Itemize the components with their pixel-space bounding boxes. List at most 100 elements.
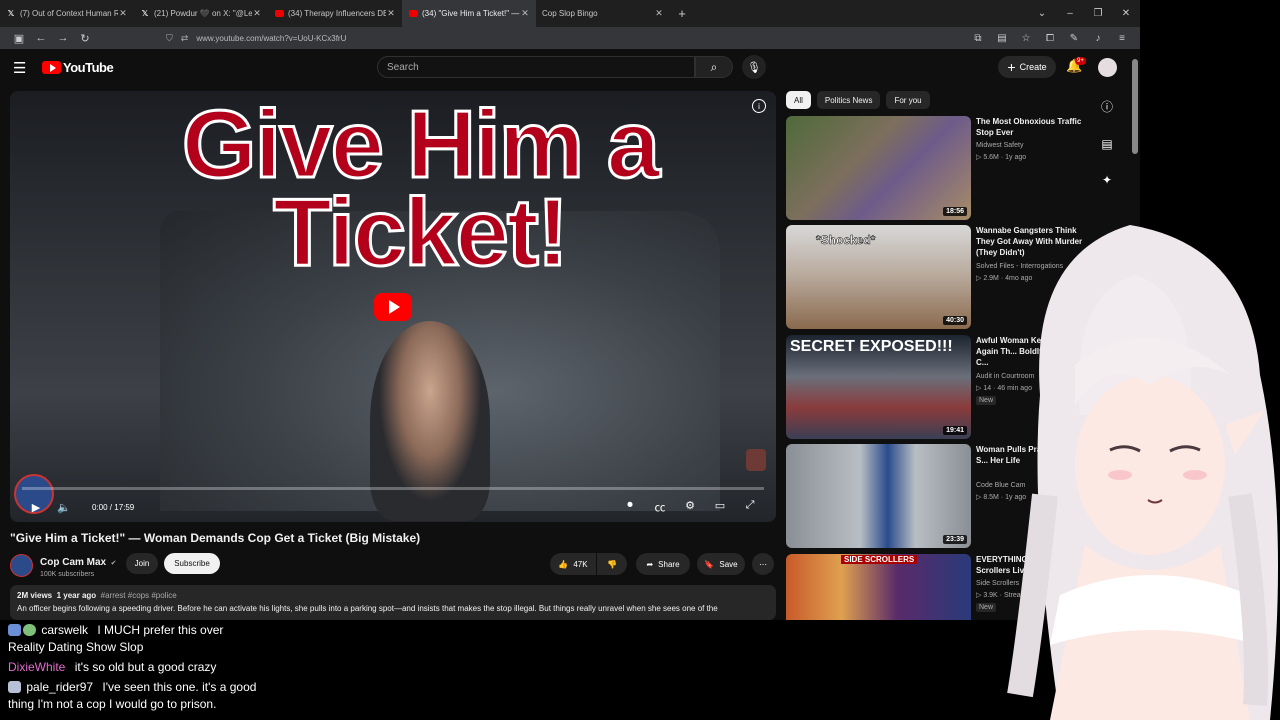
info-icon[interactable]: ⓘ: [1100, 98, 1114, 115]
reader-view-icon[interactable]: ▤: [992, 33, 1012, 44]
verified-icon: ✔: [110, 560, 117, 567]
reload-icon[interactable]: ↻: [74, 32, 96, 45]
browser-tab[interactable]: Cop Slop Bingo ✕: [536, 0, 670, 27]
tab-list-icon[interactable]: ⌄: [1028, 8, 1056, 19]
hashtags[interactable]: #arrest #cops #police: [101, 591, 177, 600]
new-tab-button[interactable]: +: [670, 6, 694, 21]
permissions-icon[interactable]: ⇄: [181, 33, 189, 44]
menu-icon[interactable]: ≡: [1112, 33, 1132, 44]
player-controls-right: ⏺ ㏄ ⚙ ▭ ⤢: [616, 499, 764, 515]
big-play-button[interactable]: [374, 293, 412, 321]
chat-message: pale_rider97 I've seen this one. it's a …: [8, 679, 256, 713]
video-thumbnail[interactable]: *Shocked* 40:30: [786, 225, 971, 329]
create-button[interactable]: + Create: [998, 56, 1056, 78]
video-thumbnail[interactable]: 23:39: [786, 444, 971, 548]
youtube-logo[interactable]: YouTube: [42, 60, 114, 75]
chat-icon[interactable]: ▤: [1100, 137, 1114, 151]
recommendation-title[interactable]: The Most Obnoxious Traffic Stop Ever: [976, 116, 1091, 138]
search-button[interactable]: ⌕: [695, 56, 733, 78]
shield-icon: ⛉: [166, 32, 173, 43]
bookmark-icon: 🔖: [704, 559, 715, 569]
dislike-button[interactable]: 👎: [597, 553, 627, 575]
video-title: "Give Him a Ticket!" — Woman Demands Cop…: [10, 531, 421, 545]
chip-politics-news[interactable]: Politics News: [816, 91, 881, 109]
volume-icon[interactable]: 🔈: [50, 501, 78, 514]
close-icon[interactable]: ✕: [654, 8, 664, 19]
avatar[interactable]: [1098, 58, 1117, 77]
bookmark-star-icon[interactable]: ☆: [1016, 33, 1036, 44]
chat-text: it's so old but a good crazy: [74, 660, 217, 674]
audio-icon[interactable]: ♪: [1088, 33, 1108, 44]
autoplay-toggle-icon[interactable]: ⏺: [616, 499, 644, 515]
browser-tab[interactable]: (34) Therapy Influencers DEMA ✕: [268, 0, 402, 27]
maximize-icon[interactable]: ❐: [1084, 8, 1112, 19]
progress-bar[interactable]: [22, 487, 764, 490]
share-button[interactable]: ➦ Share: [636, 553, 690, 575]
share-icon: ➦: [646, 559, 654, 569]
save-label: Save: [719, 559, 738, 569]
browser-tab[interactable]: 𝕏 (21) Powdur 🖤 on X: "@Le ✕: [134, 0, 268, 27]
close-icon[interactable]: ✕: [520, 8, 530, 19]
settings-gear-icon[interactable]: ⚙: [676, 499, 704, 515]
x-logo-icon: 𝕏: [7, 9, 15, 18]
channel-name[interactable]: Cop Cam Max: [40, 557, 106, 568]
picture-in-picture-icon[interactable]: ⧉: [968, 33, 988, 44]
back-icon[interactable]: ←: [30, 32, 52, 44]
recommendation-item[interactable]: 18:56 The Most Obnoxious Traffic Stop Ev…: [786, 116, 1116, 220]
minimize-icon[interactable]: –: [1056, 8, 1084, 19]
url-bar[interactable]: ⛉ ⇄ www.youtube.com/watch?v=UoU-KCx3frU: [166, 29, 968, 47]
tab-title: Cop Slop Bingo: [542, 9, 598, 18]
recommendation-channel[interactable]: Midwest Safety: [976, 142, 1023, 149]
close-icon[interactable]: ✕: [386, 8, 396, 19]
close-icon[interactable]: ✕: [118, 8, 128, 19]
description-box[interactable]: 2M views 1 year ago #arrest #cops #polic…: [10, 585, 776, 620]
video-thumbnail[interactable]: 18:56: [786, 116, 971, 220]
thumbnail-caption: SIDE SCROLLERS: [841, 555, 918, 564]
subscriber-count: 100K subscribers: [40, 571, 95, 578]
close-icon[interactable]: ✕: [252, 8, 262, 19]
tab-title: (21) Powdur 🖤 on X: "@Le: [154, 9, 252, 18]
channel-avatar[interactable]: [10, 553, 33, 577]
info-icon[interactable]: i: [752, 99, 766, 113]
extension-icon[interactable]: ✎: [1064, 33, 1084, 44]
hamburger-menu-icon[interactable]: ☰: [13, 59, 26, 77]
youtube-page: ☰ YouTube Search ⌕ 🎙 + Create 🔔 9+ Give …: [0, 49, 1140, 620]
sparkle-icon[interactable]: ✦: [1100, 173, 1114, 187]
notification-badge: 9+: [1075, 57, 1086, 65]
like-count: 47K: [573, 559, 588, 569]
miniplayer-icon[interactable]: ▭: [706, 499, 734, 515]
like-button[interactable]: 👍 47K: [550, 553, 596, 575]
search-placeholder: Search: [387, 61, 419, 73]
video-thumbnail[interactable]: SECRET EXPOSED!!! 19:41: [786, 335, 971, 439]
more-actions-button[interactable]: ⋯: [752, 553, 774, 575]
sidebar-toggle-icon[interactable]: ▣: [8, 32, 30, 45]
save-button[interactable]: 🔖 Save: [697, 553, 745, 575]
video-player[interactable]: Give Him a Ticket! i ▶ 🔈 0:00 / 17:59 ⏺ …: [10, 91, 776, 522]
scrollbar[interactable]: [1132, 59, 1138, 154]
chat-text: I MUCH prefer this over: [97, 623, 224, 637]
window-controls: ⌄ – ❐ ✕: [1028, 0, 1140, 27]
chat-username: DixieWhite: [8, 660, 66, 674]
tab-title: (34) "Give Him a Ticket!" — Wo: [422, 9, 520, 18]
chip-all[interactable]: All: [786, 91, 811, 109]
youtube-play-icon: [42, 61, 61, 74]
subscribe-button[interactable]: Subscribe: [164, 553, 220, 574]
chat-badge-icon: [8, 624, 21, 636]
voice-search-button[interactable]: 🎙: [742, 55, 766, 79]
description-meta: 2M views 1 year ago #arrest #cops #polic…: [17, 591, 769, 600]
forward-icon[interactable]: →: [52, 32, 74, 44]
chip-for-you[interactable]: For you: [886, 91, 930, 109]
duration-badge: 19:41: [943, 426, 967, 435]
youtube-logo-icon: [408, 9, 418, 19]
browser-tab-active[interactable]: (34) "Give Him a Ticket!" — Wo ✕: [402, 0, 536, 27]
browser-tab[interactable]: 𝕏 (7) Out of Context Human Race ✕: [0, 0, 134, 27]
video-thumbnail[interactable]: SIDE SCROLLERS: [786, 554, 971, 620]
extensions-icon[interactable]: ⧠: [1040, 33, 1060, 44]
search-input[interactable]: Search: [377, 56, 695, 78]
captions-icon[interactable]: ㏄: [646, 499, 674, 515]
tab-title: (7) Out of Context Human Race: [20, 9, 118, 18]
window-close-icon[interactable]: ✕: [1112, 8, 1140, 19]
play-icon[interactable]: ▶: [22, 501, 50, 514]
join-button[interactable]: Join: [126, 553, 158, 574]
fullscreen-icon[interactable]: ⤢: [736, 499, 764, 515]
